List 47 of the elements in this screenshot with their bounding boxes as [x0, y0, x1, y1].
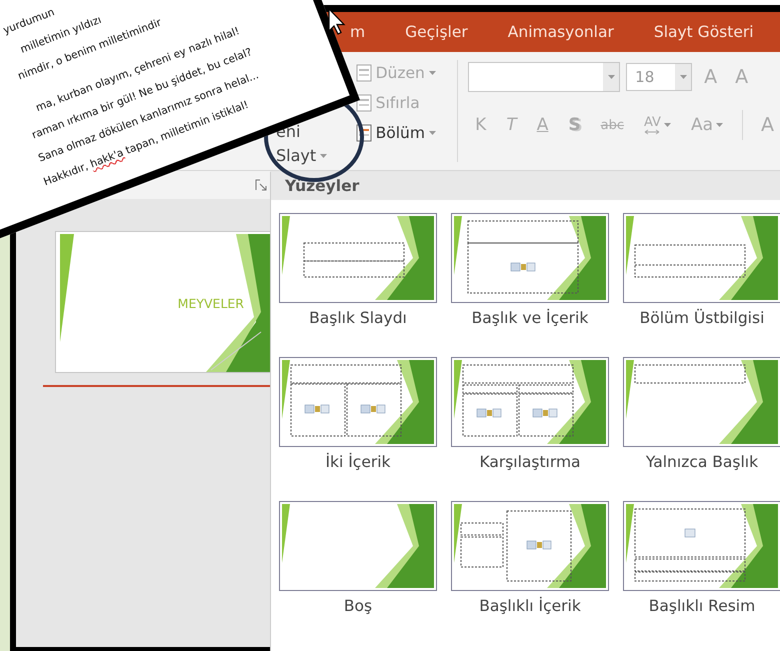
- font-size-step-button[interactable]: A: [698, 66, 724, 88]
- ribbon-tab[interactable]: m: [350, 23, 366, 41]
- layout-option[interactable]: Başlık Slaydı: [279, 213, 437, 327]
- ribbon-tab[interactable]: Animasyonlar: [508, 23, 614, 41]
- slide-thumbnail[interactable]: MEYVELER: [55, 231, 272, 373]
- double-arrow-icon: [644, 128, 660, 134]
- picture-icon: [684, 528, 696, 538]
- caret-icon: [680, 75, 687, 79]
- format-button[interactable]: abc: [594, 118, 631, 132]
- change-case-button[interactable]: Aa: [684, 115, 730, 135]
- mouse-pointer-icon: [328, 8, 346, 35]
- layout-option[interactable]: Başlıklı Resim: [623, 501, 780, 615]
- layout-option[interactable]: Başlıklı İçerik: [451, 501, 609, 615]
- dialog-launcher-icon[interactable]: [255, 179, 267, 191]
- layout-option[interactable]: İki İçerik: [279, 357, 437, 471]
- format-button[interactable]: K: [468, 115, 494, 135]
- layout-icon: [356, 64, 372, 82]
- character-spacing-button[interactable]: AV: [636, 116, 678, 134]
- font-name-field[interactable]: [468, 62, 620, 92]
- content-icons-icon: [304, 404, 330, 414]
- content-icons-icon: [360, 404, 386, 414]
- format-button[interactable]: A: [530, 115, 556, 135]
- layout-option[interactable]: Boş: [279, 501, 437, 615]
- format-button[interactable]: S: [561, 115, 588, 135]
- font-color-button[interactable]: A: [755, 114, 780, 136]
- ribbon-tab[interactable]: Geçişler: [405, 23, 468, 41]
- content-icons-icon: [532, 408, 558, 418]
- caret-icon: [664, 123, 671, 127]
- font-size-step-button[interactable]: A: [729, 66, 754, 88]
- slide-title: MEYVELER: [178, 296, 244, 311]
- format-button[interactable]: T: [499, 115, 524, 135]
- ribbon-tab[interactable]: Slayt Gösteri: [654, 23, 754, 41]
- layout-option[interactable]: Başlık ve İçerik: [451, 213, 609, 327]
- caret-icon: [428, 71, 436, 75]
- caret-icon: [608, 75, 615, 79]
- layout-option[interactable]: Bölüm Üstbilgisi: [623, 213, 780, 327]
- layout-option[interactable]: Yalnızca Başlık: [623, 357, 780, 471]
- slide-command[interactable]: Bölüm: [356, 124, 458, 142]
- caret-icon: [716, 123, 723, 127]
- font-size-field[interactable]: 18: [626, 63, 692, 91]
- layout-option[interactable]: Karşılaştırma: [451, 357, 609, 471]
- content-icons-icon: [510, 262, 536, 272]
- caret-icon: [428, 131, 436, 135]
- caret-icon: [320, 154, 328, 158]
- gallery-header: Yüzeyler: [271, 172, 780, 200]
- content-icons-icon: [476, 408, 502, 418]
- content-icons-icon: [526, 540, 552, 550]
